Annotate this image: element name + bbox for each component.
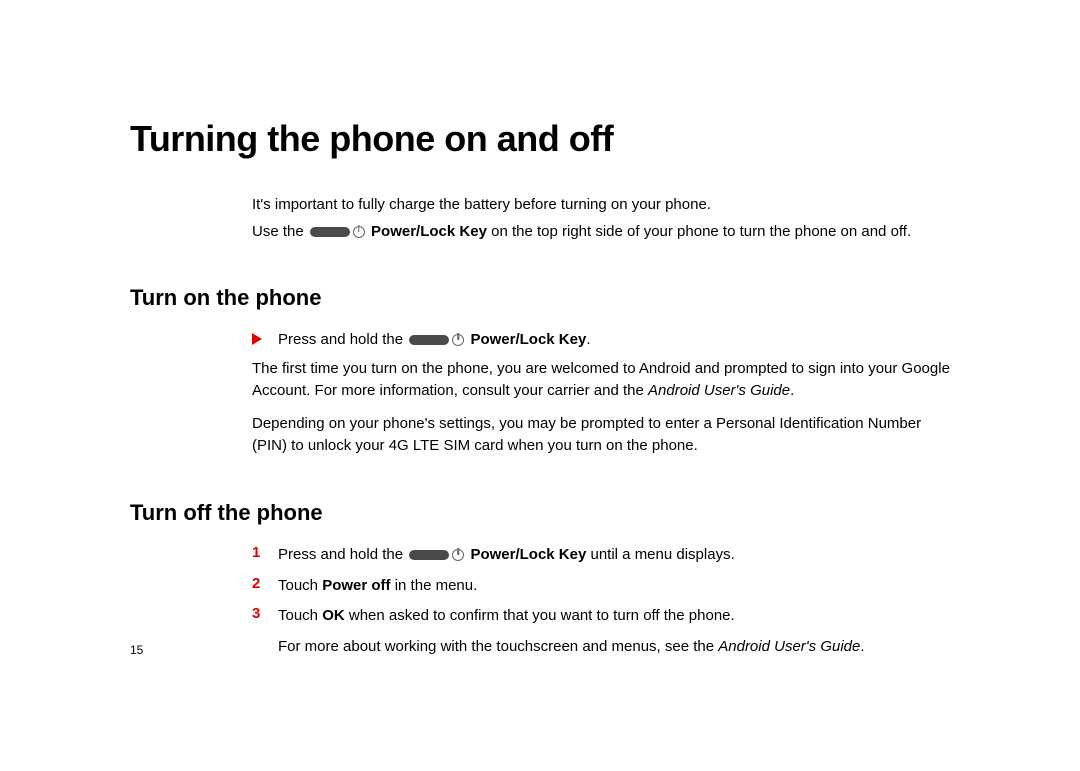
turn-off-steps: 1 Press and hold the Power/Lock Key unti…	[130, 544, 950, 628]
step2-suffix: in the menu.	[391, 577, 478, 594]
page-title: Turning the phone on and off	[130, 118, 950, 160]
intro-section: It's important to fully charge the batte…	[252, 194, 950, 243]
turn-on-step-keylabel: Power/Lock Key	[470, 331, 586, 348]
step3-suffix: when asked to confirm that you want to t…	[345, 607, 735, 624]
turn-on-paragraph-1: The first time you turn on the phone, yo…	[252, 358, 950, 403]
turn-on-p1-suffix: .	[790, 382, 794, 399]
turn-off-step-3-text: Touch OK when asked to confirm that you …	[278, 605, 950, 628]
step-number: 2	[252, 575, 278, 592]
step1-suffix: until a menu displays.	[586, 546, 734, 563]
intro-p2-prefix: Use the	[252, 223, 308, 240]
step2-bold: Power off	[322, 577, 390, 594]
intro-paragraph-2: Use the Power/Lock Key on the top right …	[252, 221, 950, 244]
turn-on-p1-prefix: The first time you turn on the phone, yo…	[252, 360, 950, 400]
bullet-triangle-icon	[252, 329, 278, 349]
step-number: 3	[252, 605, 278, 622]
turn-off-step-2: 2 Touch Power off in the menu.	[252, 575, 950, 598]
turn-off-step-2-text: Touch Power off in the menu.	[278, 575, 950, 598]
power-lock-key-icon	[310, 221, 365, 244]
turn-on-p1-italic: Android User's Guide	[648, 382, 790, 399]
section-heading-turn-on: Turn on the phone	[130, 285, 950, 311]
turn-on-step-text: Press and hold the Power/Lock Key.	[278, 329, 950, 352]
step-number: 1	[252, 544, 278, 561]
step1-keylabel: Power/Lock Key	[470, 546, 586, 563]
power-lock-key-icon	[409, 329, 464, 352]
intro-paragraph-1: It's important to fully charge the batte…	[252, 194, 950, 217]
turn-off-step-1: 1 Press and hold the Power/Lock Key unti…	[252, 544, 950, 567]
turn-on-paragraph-2: Depending on your phone's settings, you …	[252, 413, 950, 458]
turn-off-step-1-text: Press and hold the Power/Lock Key until …	[278, 544, 950, 567]
footer-italic: Android User's Guide	[718, 638, 860, 655]
footer-prefix: For more about working with the touchscr…	[278, 638, 718, 655]
turn-on-step-prefix: Press and hold the	[278, 331, 407, 348]
turn-off-step-3: 3 Touch OK when asked to confirm that yo…	[252, 605, 950, 628]
turn-on-step-suffix: .	[586, 331, 590, 348]
turn-on-step: Press and hold the Power/Lock Key.	[252, 329, 950, 352]
step3-bold: OK	[322, 607, 345, 624]
intro-p2-suffix: on the top right side of your phone to t…	[487, 223, 911, 240]
step1-prefix: Press and hold the	[278, 546, 407, 563]
intro-p2-keylabel: Power/Lock Key	[371, 223, 487, 240]
footer-suffix: .	[860, 638, 864, 655]
turn-off-footer-paragraph: For more about working with the touchscr…	[278, 636, 950, 659]
document-page: Turning the phone on and off It's import…	[0, 0, 1080, 658]
page-number: 15	[130, 643, 143, 657]
power-lock-key-icon	[409, 544, 464, 567]
step3-prefix: Touch	[278, 607, 322, 624]
step2-prefix: Touch	[278, 577, 322, 594]
section-heading-turn-off: Turn off the phone	[130, 500, 950, 526]
